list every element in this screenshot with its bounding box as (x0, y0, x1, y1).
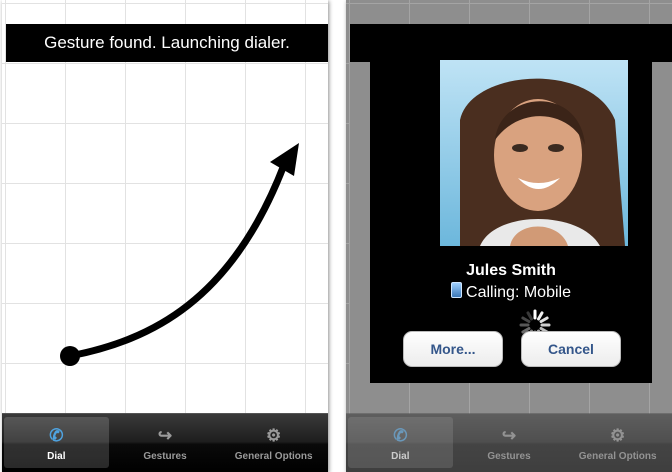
tab-general-options[interactable]: ⚙ General Options (221, 417, 326, 468)
gesture-icon: ↪ (501, 426, 517, 445)
tab-dial[interactable]: ✆ Dial (348, 417, 453, 468)
tab-bar: ✆ Dial ↪ Gestures ⚙ General Options (2, 413, 328, 472)
caller-photo (440, 60, 628, 246)
tab-label: Gestures (487, 451, 531, 462)
tab-general-options[interactable]: ⚙ General Options (565, 417, 670, 468)
gear-icon: ⚙ (266, 426, 282, 445)
gesture-stroke (60, 143, 299, 366)
tab-gestures[interactable]: ↪ Gestures (457, 417, 562, 468)
cancel-button[interactable]: Cancel (521, 331, 621, 367)
tab-label: Gestures (143, 451, 187, 462)
gesture-screen: Gesture found. Launching dialer. ✆ Dial … (2, 0, 328, 472)
calling-screen: Jules Smith Calling: Mobile More... Canc… (346, 0, 672, 472)
call-panel: Jules Smith Calling: Mobile More... Canc… (350, 24, 672, 383)
tab-gestures[interactable]: ↪ Gestures (113, 417, 218, 468)
more-button[interactable]: More... (403, 331, 503, 367)
call-status-text: Calling: Mobile (466, 284, 571, 301)
phone-icon: ✆ (49, 426, 64, 445)
call-status: Calling: Mobile (370, 282, 652, 302)
tab-label: Dial (391, 451, 410, 462)
caller-name: Jules Smith (466, 262, 556, 279)
mobile-phone-icon (451, 282, 463, 298)
tab-label: General Options (234, 451, 313, 462)
gesture-icon: ↪ (157, 426, 173, 445)
tab-label: General Options (578, 451, 657, 462)
gear-icon: ⚙ (610, 426, 626, 445)
phone-icon: ✆ (393, 426, 408, 445)
tab-dial[interactable]: ✆ Dial (4, 417, 109, 468)
status-banner: Gesture found. Launching dialer. (6, 24, 328, 62)
tab-label: Dial (47, 451, 66, 462)
gesture-start-dot (60, 346, 80, 366)
gesture-canvas[interactable] (2, 0, 328, 414)
tab-bar: ✆ Dial ↪ Gestures ⚙ General Options (346, 413, 672, 472)
